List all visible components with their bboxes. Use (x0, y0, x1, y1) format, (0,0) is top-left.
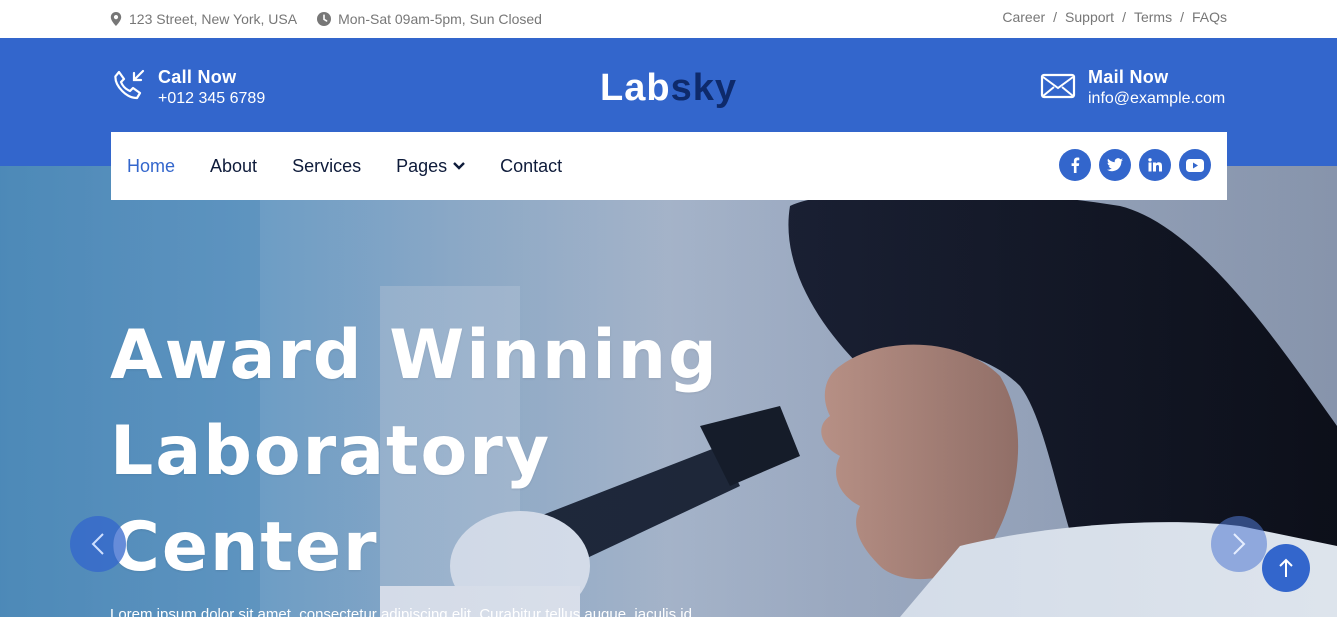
top-links: Career / Support / Terms / FAQs (1002, 9, 1227, 25)
main-navigation: Home About Services Pages Contact (111, 132, 1227, 200)
social-links (1051, 149, 1211, 181)
address-item: 123 Street, New York, USA (110, 11, 297, 27)
hours-item: Mon-Sat 09am-5pm, Sun Closed (317, 11, 542, 27)
carousel-prev-button[interactable] (70, 516, 126, 572)
nav-about[interactable]: About (210, 156, 257, 177)
chevron-down-icon (453, 162, 465, 170)
faqs-link[interactable]: FAQs (1192, 9, 1227, 25)
nav-pages-label: Pages (396, 155, 448, 176)
top-bar: 123 Street, New York, USA Mon-Sat 09am-5… (0, 0, 1337, 38)
separator: / (1053, 9, 1058, 25)
logo-part-sky: sky (670, 67, 737, 109)
email-address: info@example.com (1088, 90, 1226, 107)
arrow-up-icon (1279, 558, 1293, 577)
separator: / (1180, 9, 1184, 25)
top-bar-info: 123 Street, New York, USA Mon-Sat 09am-5… (110, 11, 562, 27)
nav-contact[interactable]: Contact (500, 156, 562, 177)
mail-now-label: Mail Now (1088, 67, 1169, 87)
chevron-left-icon (91, 533, 104, 555)
address-text: 123 Street, New York, USA (129, 11, 298, 27)
youtube-icon[interactable] (1179, 149, 1211, 181)
back-to-top-button[interactable] (1262, 544, 1310, 592)
hours-text: Mon-Sat 09am-5pm, Sun Closed (338, 11, 542, 27)
separator: / (1122, 9, 1126, 25)
clock-icon (317, 12, 332, 26)
hero-subtext: Lorem ipsum dolor sit amet, consectetur … (110, 606, 692, 617)
mail-now-block[interactable]: Mail Now info@example.com (1040, 66, 1225, 110)
headline-line-3: Center (110, 508, 379, 587)
map-marker-icon (110, 12, 122, 26)
chevron-right-icon (1233, 533, 1246, 555)
hero-carousel: Award Winning Laboratory Center Lorem ip… (0, 166, 1337, 617)
headline-line-1: Award Winning (110, 316, 719, 395)
carousel-next-button[interactable] (1211, 516, 1267, 572)
facebook-icon[interactable] (1059, 149, 1091, 181)
hero-headline: Award Winning Laboratory Center (110, 308, 719, 596)
twitter-icon[interactable] (1099, 149, 1131, 181)
logo-part-lab: Lab (600, 67, 671, 109)
envelope-icon (1040, 73, 1076, 99)
nav-pages[interactable]: Pages (396, 156, 465, 177)
headline-line-2: Laboratory (110, 412, 552, 491)
nav-services[interactable]: Services (292, 156, 361, 177)
nav-home[interactable]: Home (127, 156, 175, 177)
support-link[interactable]: Support (1065, 9, 1114, 25)
linkedin-icon[interactable] (1139, 149, 1171, 181)
terms-link[interactable]: Terms (1134, 9, 1172, 25)
career-link[interactable]: Career (1002, 9, 1045, 25)
